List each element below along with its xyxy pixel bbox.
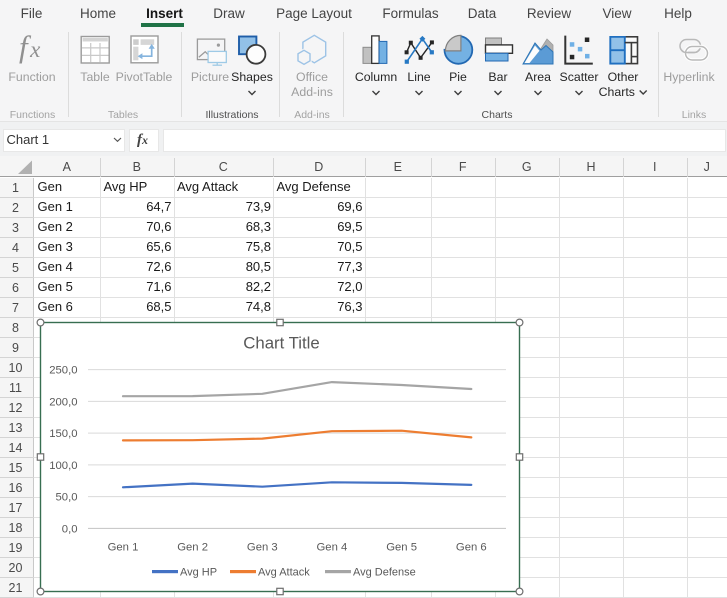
svg-text:Gen 1: Gen 1 xyxy=(108,541,139,553)
svg-text:Gen 4: Gen 4 xyxy=(317,541,348,553)
svg-text:50,0: 50,0 xyxy=(56,492,78,504)
svg-text:Chart Title: Chart Title xyxy=(243,333,319,352)
svg-text:150,0: 150,0 xyxy=(49,428,77,440)
svg-text:0,0: 0,0 xyxy=(62,523,78,535)
svg-text:200,0: 200,0 xyxy=(49,396,77,408)
svg-text:250,0: 250,0 xyxy=(49,365,77,377)
svg-text:Gen 2: Gen 2 xyxy=(177,541,208,553)
svg-text:Gen 3: Gen 3 xyxy=(247,541,278,553)
svg-text:100,0: 100,0 xyxy=(49,460,77,472)
svg-text:Gen 6: Gen 6 xyxy=(456,541,487,553)
svg-text:Gen 5: Gen 5 xyxy=(386,541,417,553)
svg-text:Avg Defense: Avg Defense xyxy=(353,567,416,579)
svg-text:Avg Attack: Avg Attack xyxy=(258,567,310,579)
svg-text:Avg HP: Avg HP xyxy=(180,567,217,579)
